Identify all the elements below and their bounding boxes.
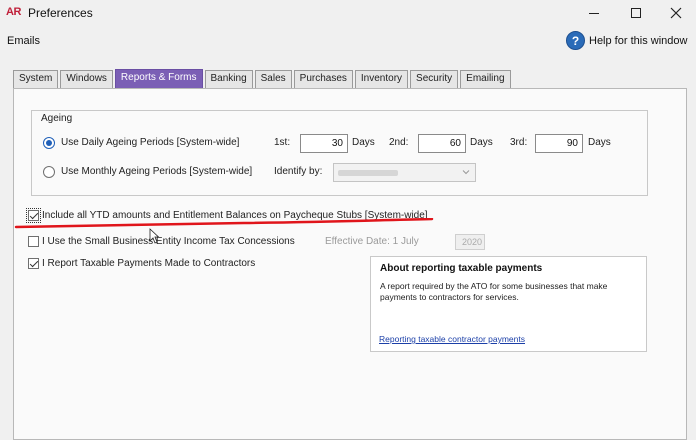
tab-security[interactable]: Security: [410, 70, 459, 88]
second-days-label: Days: [470, 137, 493, 148]
small-business-checkbox[interactable]: [28, 236, 39, 247]
tab-strip: System Windows Reports & Forms Banking S…: [13, 69, 513, 88]
info-body: A report required by the ATO for some bu…: [380, 281, 608, 302]
effective-year-input[interactable]: 2020: [455, 234, 485, 250]
window-title: Preferences: [28, 6, 93, 20]
tab-windows[interactable]: Windows: [60, 70, 113, 88]
minimize-icon: [589, 12, 599, 14]
maximize-icon: [631, 8, 641, 18]
taxable-payments-label: I Report Taxable Payments Made to Contra…: [42, 258, 256, 269]
first-period-label: 1st:: [274, 137, 291, 148]
small-business-label: I Use the Small Business Entity Income T…: [42, 236, 295, 247]
tab-purchases[interactable]: Purchases: [293, 70, 353, 88]
identify-by-select[interactable]: [333, 163, 476, 182]
daily-ageing-label: Use Daily Ageing Periods [System-wide]: [61, 137, 240, 148]
reporting-contractor-payments-link[interactable]: Reporting taxable contractor payments: [379, 334, 525, 344]
tab-system[interactable]: System: [13, 70, 59, 88]
tab-sales[interactable]: Sales: [254, 70, 292, 88]
third-period-label: 3rd:: [510, 137, 528, 148]
ageing-group-label: Ageing: [41, 113, 73, 124]
daily-ageing-radio[interactable]: [43, 137, 55, 149]
second-period-label: 2nd:: [389, 137, 409, 148]
ageing-group: [31, 110, 648, 196]
second-period-input[interactable]: 60: [418, 134, 466, 153]
mouse-cursor-icon: [149, 228, 159, 244]
first-period-input[interactable]: 30: [300, 134, 348, 153]
third-period-input[interactable]: 90: [535, 134, 583, 153]
monthly-ageing-radio[interactable]: [43, 166, 55, 178]
tab-banking[interactable]: Banking: [204, 70, 253, 88]
help-link[interactable]: ? Help for this window: [566, 31, 687, 50]
effective-date-label: Effective Date: 1 July: [325, 236, 419, 247]
first-days-label: Days: [352, 137, 375, 148]
maximize-button[interactable]: [614, 0, 658, 26]
tab-emailing[interactable]: Emailing: [460, 70, 511, 88]
info-title: About reporting taxable payments: [380, 263, 543, 274]
menu-bar: Emails ? Help for this window: [0, 28, 696, 56]
chevron-down-icon: [462, 170, 470, 175]
close-icon: [670, 7, 682, 19]
identify-by-value-blurred: [338, 170, 398, 176]
app-logo: AR: [6, 6, 21, 18]
menu-emails[interactable]: Emails: [7, 35, 40, 47]
monthly-ageing-label: Use Monthly Ageing Periods [System-wide]: [61, 166, 253, 177]
third-days-label: Days: [588, 137, 611, 148]
identify-by-label: Identify by:: [274, 166, 323, 177]
title-bar: AR Preferences: [0, 0, 696, 26]
close-button[interactable]: [654, 0, 696, 26]
taxable-payments-checkbox[interactable]: [28, 258, 39, 269]
annotation-underline: [14, 218, 434, 229]
help-label: Help for this window: [589, 34, 688, 47]
tab-reports-forms[interactable]: Reports & Forms: [114, 69, 203, 88]
minimize-button[interactable]: [572, 0, 616, 26]
tab-inventory[interactable]: Inventory: [354, 70, 409, 88]
help-icon: ?: [566, 31, 585, 50]
